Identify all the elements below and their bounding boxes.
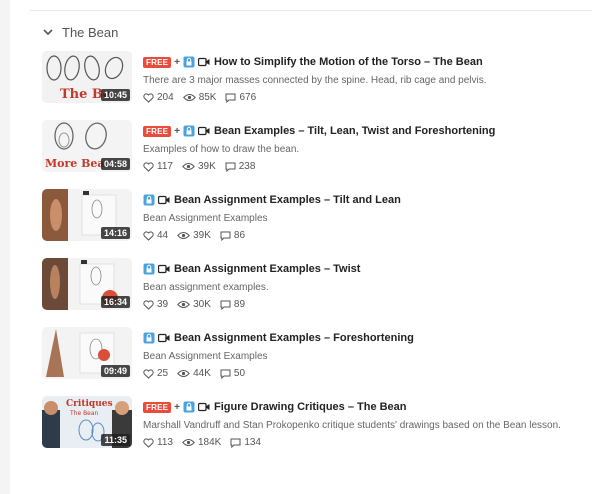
lesson-title[interactable]: Bean Assignment Examples – Tilt and Lean [174, 194, 401, 206]
views-count: 44K [193, 368, 211, 379]
heart-icon [143, 368, 154, 379]
video-camera-icon [158, 333, 170, 343]
lesson-thumbnail[interactable]: More Bea 04:58 [42, 120, 132, 172]
plus-sign: + [174, 56, 180, 68]
heart-icon [143, 230, 154, 241]
lock-icon [183, 56, 195, 68]
comment-icon [220, 231, 231, 241]
lesson-title[interactable]: Bean Assignment Examples – Twist [174, 263, 360, 275]
duration-badge: 11:35 [101, 434, 130, 446]
eye-icon [182, 163, 195, 170]
comment-icon [220, 300, 231, 310]
lesson-thumbnail[interactable]: 14:16 [42, 189, 132, 241]
likes-count: 44 [157, 230, 169, 241]
lesson-description: Examples of how to draw the bean. [143, 144, 300, 155]
views-count: 184K [197, 437, 222, 448]
chevron-down-icon[interactable] [40, 24, 56, 40]
thumb-subtext: The Bean [69, 410, 99, 417]
lesson-description: Marshall Vandruff and Stan Prokopenko cr… [143, 420, 561, 431]
comments-count: 238 [238, 161, 256, 172]
comments-count: 89 [233, 299, 246, 310]
eye-icon [177, 370, 191, 377]
thumb-text: More Bea [45, 157, 105, 170]
views-count: 85K [198, 92, 217, 103]
lock-icon [143, 263, 155, 275]
lesson-description: Bean Assignment Examples [143, 213, 268, 224]
lock-icon [183, 125, 195, 137]
lesson-thumbnail[interactable]: Critiques The Bean 11:35 [42, 396, 132, 448]
lesson-thumbnail[interactable]: 09:49 [42, 327, 132, 379]
lesson-description: Bean assignment examples. [143, 282, 269, 293]
lock-icon [143, 194, 155, 206]
lesson-title[interactable]: Bean Examples – Tilt, Lean, Twist and Fo… [214, 125, 495, 137]
section-header-the-bean[interactable]: The Bean [40, 22, 118, 42]
likes-count: 204 [157, 92, 174, 103]
divider [30, 10, 592, 11]
comment-icon [230, 438, 241, 448]
duration-badge: 16:34 [100, 296, 130, 308]
heart-icon [143, 92, 154, 103]
comments-count: 86 [233, 230, 246, 241]
plus-sign: + [174, 125, 180, 137]
duration-badge: 10:45 [100, 89, 130, 101]
views-count: 30K [193, 299, 211, 310]
section-title: The Bean [62, 24, 119, 40]
video-camera-icon [197, 402, 210, 412]
lesson-description: There are 3 major masses connected by th… [143, 75, 487, 86]
lock-icon [143, 332, 155, 344]
duration-badge: 09:49 [100, 365, 130, 377]
heart-icon [143, 299, 154, 310]
thumb-text: Critiques [66, 399, 113, 409]
free-badge: FREE [143, 125, 172, 137]
lesson-description: Bean Assignment Examples [143, 351, 268, 362]
lesson-thumbnail[interactable]: The Be 10:45 [42, 51, 132, 103]
video-camera-icon [197, 57, 210, 67]
comment-icon [225, 93, 236, 103]
lesson-title[interactable]: How to Simplify the Motion of the Torso … [214, 56, 483, 68]
video-camera-icon [197, 126, 210, 136]
list-item[interactable]: The Be 10:45 FREE + How to Simplify the … [42, 51, 590, 120]
duration-badge: 04:58 [100, 158, 130, 170]
list-item[interactable]: 14:16 Bean Assignment Examples – Tilt an… [42, 189, 590, 258]
lesson-thumbnail[interactable]: 16:34 [42, 258, 132, 310]
heart-icon [143, 437, 154, 448]
list-item[interactable]: More Bea 04:58 FREE + Bean Examples – Ti… [42, 120, 590, 189]
comments-count: 134 [244, 437, 261, 448]
views-count: 39K [193, 230, 211, 241]
lesson-title[interactable]: Figure Drawing Critiques – The Bean [214, 401, 407, 413]
lesson-title[interactable]: Bean Assignment Examples – Foreshortenin… [174, 332, 414, 344]
duration-badge: 14:16 [100, 227, 130, 239]
list-item[interactable]: 09:49 Bean Assignment Examples – Foresho… [42, 327, 590, 396]
views-count: 39K [197, 161, 216, 172]
eye-icon [182, 94, 196, 101]
comment-icon [220, 369, 231, 379]
likes-count: 117 [157, 161, 173, 172]
lock-icon [183, 401, 195, 413]
comments-count: 676 [239, 92, 257, 103]
free-badge: FREE [143, 401, 172, 413]
plus-sign: + [174, 401, 180, 413]
list-item[interactable]: Critiques The Bean 11:35 FREE + Figure D… [42, 396, 590, 486]
eye-icon [177, 232, 191, 239]
free-badge: FREE [143, 56, 172, 68]
eye-icon [177, 301, 191, 308]
likes-count: 39 [157, 299, 169, 310]
list-item[interactable]: 16:34 Bean Assignment Examples – Twist B… [42, 258, 590, 327]
comments-count: 50 [233, 368, 246, 379]
likes-count: 113 [157, 437, 173, 448]
heart-icon [143, 161, 154, 172]
likes-count: 25 [157, 368, 169, 379]
video-camera-icon [158, 264, 170, 274]
video-camera-icon [158, 195, 170, 205]
eye-icon [182, 439, 195, 446]
lesson-list: The Be 10:45 FREE + How to Simplify the … [42, 51, 590, 486]
comment-icon [225, 162, 236, 172]
